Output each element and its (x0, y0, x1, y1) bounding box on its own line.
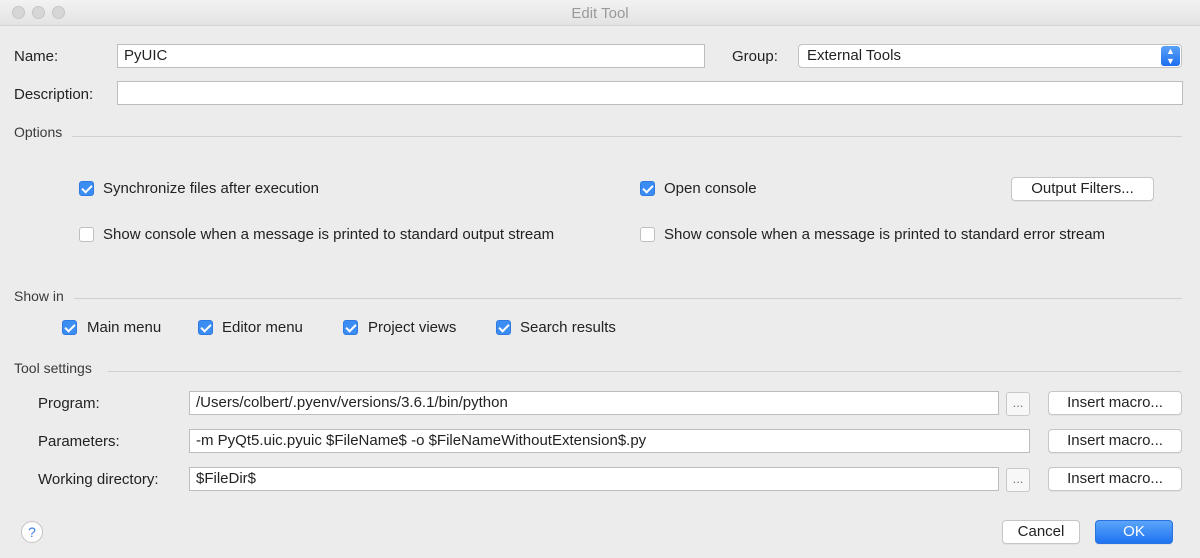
group-select[interactable]: External Tools ▲ ▼ (798, 44, 1182, 68)
search-results-checkbox[interactable] (496, 320, 511, 335)
editor-menu-checkbox[interactable] (198, 320, 213, 335)
sync-files-label: Synchronize files after execution (103, 180, 319, 197)
show-stdout-checkbox[interactable] (79, 227, 94, 242)
project-views-label: Project views (368, 319, 457, 336)
show-in-divider (74, 298, 1182, 299)
help-button[interactable]: ? (21, 521, 43, 543)
parameters-insert-macro-button[interactable]: Insert macro... (1048, 429, 1182, 453)
working-directory-insert-macro-button[interactable]: Insert macro... (1048, 467, 1182, 491)
options-section-title: Options (14, 124, 63, 140)
sync-files-checkbox[interactable] (79, 181, 94, 196)
show-stdout-label: Show console when a message is printed t… (103, 226, 555, 243)
parameters-input[interactable]: -m PyQt5.uic.pyuic $FileName$ -o $FileNa… (189, 429, 1030, 453)
group-select-value: External Tools (807, 47, 901, 64)
group-label: Group: (732, 48, 778, 65)
cancel-button[interactable]: Cancel (1002, 520, 1080, 544)
program-insert-macro-button[interactable]: Insert macro... (1048, 391, 1182, 415)
description-input[interactable] (117, 81, 1183, 105)
program-input[interactable]: /Users/colbert/.pyenv/versions/3.6.1/bin… (189, 391, 999, 415)
working-directory-browse-button[interactable]: ... (1006, 468, 1030, 492)
show-in-section-title: Show in (14, 288, 64, 304)
search-results-label: Search results (520, 319, 616, 336)
window-title: Edit Tool (571, 5, 629, 22)
open-console-label: Open console (664, 180, 757, 197)
show-stderr-label: Show console when a message is printed t… (664, 226, 1106, 243)
program-label: Program: (38, 395, 100, 412)
editor-menu-label: Editor menu (222, 319, 303, 336)
open-console-checkbox[interactable] (640, 181, 655, 196)
output-filters-button[interactable]: Output Filters... (1011, 177, 1154, 201)
options-divider (72, 136, 1182, 137)
name-input[interactable]: PyUIC (117, 44, 705, 68)
name-label: Name: (14, 48, 59, 65)
program-browse-button[interactable]: ... (1006, 392, 1030, 416)
working-directory-label: Working directory: (38, 471, 159, 488)
tool-settings-section-title: Tool settings (14, 360, 92, 376)
description-label: Description: (14, 86, 94, 103)
tool-settings-divider (108, 371, 1182, 372)
main-menu-label: Main menu (87, 319, 162, 336)
main-menu-checkbox[interactable] (62, 320, 77, 335)
show-stderr-checkbox[interactable] (640, 227, 655, 242)
parameters-label: Parameters: (38, 433, 120, 450)
project-views-checkbox[interactable] (343, 320, 358, 335)
ok-button[interactable]: OK (1095, 520, 1173, 544)
chevron-up-down-icon: ▲ ▼ (1161, 46, 1180, 66)
working-directory-input[interactable]: $FileDir$ (189, 467, 999, 491)
title-bar: Edit Tool (0, 0, 1200, 26)
edit-tool-dialog: Edit Tool Name: PyUIC Group: External To… (0, 0, 1200, 558)
